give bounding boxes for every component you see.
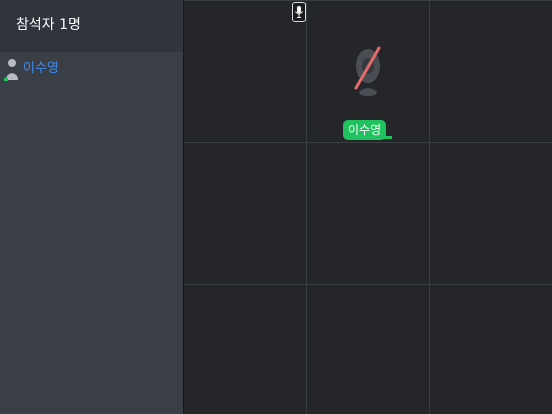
camera-off-icon <box>352 44 384 98</box>
grid-top-border <box>184 0 552 1</box>
microphone-icon[interactable] <box>292 2 306 22</box>
grid-divider-vertical <box>429 0 430 414</box>
grid-divider-horizontal <box>184 284 552 285</box>
person-icon <box>4 58 20 82</box>
grid-divider-horizontal <box>184 142 552 143</box>
video-grid: 이수영 <box>183 0 552 414</box>
participants-count-title: 참석자 1명 <box>16 17 81 33</box>
participant-name: 이수영 <box>23 61 59 76</box>
participants-header: 참석자 1명 <box>0 0 183 52</box>
audio-level-indicator <box>380 136 392 139</box>
meeting-window: 참석자 1명 이수영 이수영 <box>0 0 552 414</box>
participant-item[interactable]: 이수영 <box>0 56 183 86</box>
participants-sidebar: 참석자 1명 이수영 <box>0 0 183 414</box>
grid-divider-vertical <box>306 0 307 414</box>
